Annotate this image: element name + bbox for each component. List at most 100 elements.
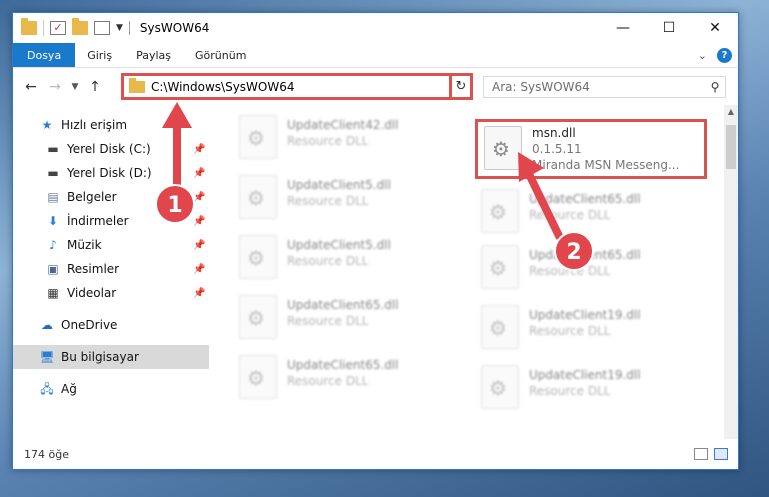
dll-file-icon <box>481 245 519 289</box>
scroll-up-icon[interactable]: ▲ <box>724 105 738 119</box>
sidebar-item-label: Ağ <box>61 382 77 396</box>
tab-file[interactable]: Dosya <box>13 43 76 67</box>
address-path[interactable]: C:\Windows\SysWOW64 <box>151 80 452 94</box>
details-view-icon[interactable] <box>694 448 708 460</box>
file-version: 0.1.5.11 <box>532 142 582 156</box>
help-icon[interactable]: ? <box>717 47 732 63</box>
drive-icon: ▬ <box>47 142 59 156</box>
file-type: Resource DLL <box>529 264 611 278</box>
back-arrow-icon[interactable]: ← <box>19 79 43 95</box>
dll-file-icon <box>239 355 277 399</box>
search-placeholder: Ara: SysWOW64 <box>492 80 590 94</box>
sidebar-item-disk-c[interactable]: ▬ Yerel Disk (C:) 📌 <box>13 137 209 161</box>
sidebar-item-label: Hızlı erişim <box>61 118 128 132</box>
file-item[interactable]: UpdateClient19.dll Resource DLL <box>475 361 705 417</box>
title-divider <box>128 21 130 35</box>
search-input[interactable]: Ara: SysWOW64 ⚲ <box>483 76 726 98</box>
folder-icon <box>21 18 37 35</box>
sidebar-item-videos[interactable]: ▦ Videolar 📌 <box>13 281 209 305</box>
file-item[interactable]: UpdateClient65.dll Resource DLL <box>475 185 705 241</box>
sidebar-item-documents[interactable]: ▤ Belgeler 📌 <box>13 185 209 209</box>
search-icon[interactable]: ⚲ <box>705 80 725 94</box>
refresh-icon: ↻ <box>455 79 467 94</box>
new-folder-icon[interactable] <box>72 18 88 35</box>
cloud-icon: ☁ <box>41 318 53 332</box>
sidebar-item-pictures[interactable]: ▣ Resimler 📌 <box>13 257 209 281</box>
file-item[interactable]: UpdateClient65.dll Resource DLL <box>233 351 463 407</box>
maximize-button[interactable]: ☐ <box>646 13 692 43</box>
file-item[interactable]: UpdateClient5.dll Resource DLL <box>233 171 463 227</box>
file-name: UpdateClient19.dll <box>529 308 641 322</box>
sidebar-item-label: Videolar <box>67 286 117 300</box>
sidebar-item-label: Bu bilgisayar <box>61 350 139 364</box>
file-name: UpdateClient42.dll <box>287 118 399 132</box>
sidebar-item-label: OneDrive <box>61 318 118 332</box>
file-item-msn-dll[interactable]: msn.dll 0.1.5.11 Miranda MSN Messeng... <box>475 119 707 179</box>
pin-icon[interactable]: 📌 <box>193 216 205 227</box>
address-bar[interactable]: C:\Windows\SysWOW64 ⌄ <box>121 73 471 100</box>
tab-view[interactable]: Görünüm <box>183 43 258 67</box>
recent-locations-icon[interactable]: ▼ <box>67 82 83 92</box>
file-type: Resource DLL <box>287 314 369 328</box>
file-item[interactable]: UpdateClient5.dll Resource DLL <box>233 231 463 287</box>
file-type: Resource DLL <box>529 324 611 338</box>
ribbon-right: ⌄ ? <box>698 43 738 67</box>
sidebar-item-label: Müzik <box>67 238 102 252</box>
file-type: Resource DLL <box>287 194 369 208</box>
network-icon: 🖧 <box>40 382 54 396</box>
up-arrow-icon[interactable]: ↑ <box>83 79 107 95</box>
pin-icon[interactable]: 📌 <box>193 288 205 299</box>
properties-check-icon[interactable]: ✓ <box>50 21 66 35</box>
computer-icon: 🖥 <box>39 350 55 364</box>
title-bar: ✓ ▼ SysWOW64 — ☐ ✕ <box>13 13 738 43</box>
tab-share[interactable]: Paylaş <box>124 43 183 67</box>
file-name: UpdateClient5.dll <box>287 238 391 252</box>
sidebar-item-label: İndirmeler <box>67 214 129 228</box>
film-icon: ▦ <box>47 286 59 300</box>
sidebar-item-music[interactable]: ♪ Müzik 📌 <box>13 233 209 257</box>
close-button[interactable]: ✕ <box>692 13 738 43</box>
file-item[interactable]: UpdateClient42.dll Resource DLL <box>233 111 463 167</box>
expand-ribbon-icon[interactable]: ⌄ <box>698 49 707 62</box>
file-name: UpdateClient65.dll <box>529 192 641 206</box>
pin-icon[interactable]: 📌 <box>193 192 205 203</box>
customize-view-icon[interactable] <box>94 21 110 35</box>
sidebar-item-quick-access[interactable]: ★ Hızlı erişim <box>13 113 209 137</box>
explorer-window: ✓ ▼ SysWOW64 — ☐ ✕ Dosya Giriş Paylaş Gö… <box>12 12 739 470</box>
pin-icon[interactable]: 📌 <box>193 168 205 179</box>
dll-file-icon <box>239 235 277 279</box>
file-list: UpdateClient42.dll Resource DLL UpdateCl… <box>221 105 721 439</box>
sidebar-item-label: Belgeler <box>67 190 117 204</box>
quick-access-toolbar: ✓ ▼ <box>13 18 123 36</box>
sidebar-item-onedrive[interactable]: ☁ OneDrive <box>13 313 209 337</box>
sidebar-item-network[interactable]: 🖧 Ağ <box>13 377 209 401</box>
file-name: UpdateClient65.dll <box>287 358 399 372</box>
sidebar-item-downloads[interactable]: ⬇ İndirmeler 📌 <box>13 209 209 233</box>
navigation-bar: ← → ▼ ↑ C:\Windows\SysWOW64 ⌄ ↻ Ara: Sys… <box>13 68 738 105</box>
file-item[interactable]: UpdateClient19.dll Resource DLL <box>475 301 705 357</box>
file-item[interactable]: UpdateClient65.dll Resource DLL <box>233 291 463 347</box>
pin-icon[interactable]: 📌 <box>193 264 205 275</box>
toolbar-dropdown-icon[interactable]: ▼ <box>116 23 123 33</box>
ribbon-tabs: Dosya Giriş Paylaş Görünüm ⌄ ? <box>13 43 738 68</box>
tiles-view-icon[interactable] <box>714 448 728 460</box>
drive-icon: ▬ <box>47 166 59 180</box>
minimize-button[interactable]: — <box>600 13 646 43</box>
file-type: Miranda MSN Messeng... <box>532 158 680 172</box>
forward-arrow-icon[interactable]: → <box>43 79 67 95</box>
tab-home[interactable]: Giriş <box>75 43 124 67</box>
vertical-scrollbar[interactable]: ▲ <box>724 105 738 439</box>
file-item[interactable]: UpdateClient65.dll Resource DLL <box>475 241 705 297</box>
sidebar-item-disk-d[interactable]: ▬ Yerel Disk (D:) 📌 <box>13 161 209 185</box>
navigation-pane: ★ Hızlı erişim ▬ Yerel Disk (C:) 📌 ▬ Yer… <box>13 105 209 439</box>
sidebar-item-this-pc[interactable]: 🖥 Bu bilgisayar <box>13 345 209 369</box>
pin-icon[interactable]: 📌 <box>193 240 205 251</box>
file-name: UpdateClient65.dll <box>287 298 399 312</box>
scroll-thumb[interactable] <box>726 125 736 169</box>
refresh-button[interactable]: ↻ <box>449 73 473 100</box>
file-name: msn.dll <box>532 126 576 140</box>
sidebar-item-label: Yerel Disk (C:) <box>67 142 151 156</box>
dll-file-icon <box>481 189 519 233</box>
window-title: SysWOW64 <box>139 21 210 35</box>
pin-icon[interactable]: 📌 <box>193 144 205 155</box>
